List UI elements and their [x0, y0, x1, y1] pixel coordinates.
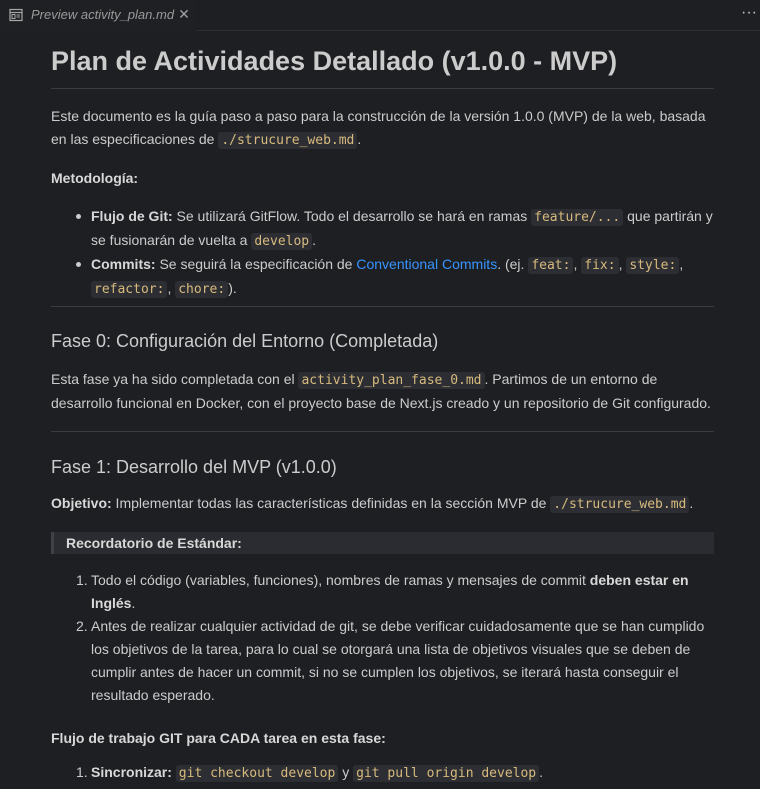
inline-code: refactor: — [91, 281, 168, 298]
standard-reminder-callout: Recordatorio de Estándar: — [51, 532, 714, 554]
list-item: 1. Todo el código (variables, funciones)… — [76, 572, 689, 611]
inline-code: ./strucure_web.md — [550, 496, 690, 513]
page-title: Plan de Actividades Detallado (v1.0.0 - … — [51, 46, 618, 76]
inline-code: feature/... — [531, 209, 624, 226]
callout-title: Recordatorio de Estándar: — [66, 535, 242, 551]
methodology-list: Flujo de Git: Se utilizará GitFlow. Todo… — [51, 205, 714, 301]
preview-icon — [9, 8, 23, 22]
list-item: Flujo de Git: Se utilizará GitFlow. Todo… — [51, 205, 714, 253]
workflow-list: 1. Sincronizar: git checkout develop y g… — [51, 761, 714, 785]
phase-0-paragraph: Esta fase ya ha sido completada con el a… — [51, 371, 711, 411]
divider — [51, 88, 714, 89]
tab-preview-activity-plan[interactable]: Preview activity_plan.md ✕ — [0, 0, 196, 32]
objective-paragraph: Objetivo: Implementar todas las caracter… — [51, 495, 694, 513]
editor-tab-bar: Preview activity_plan.md ✕ ··· — [0, 0, 760, 32]
section-heading-phase-0: Fase 0: Configuración del Entorno (Compl… — [51, 331, 439, 351]
inline-code: develop — [251, 233, 313, 250]
tab-label: Preview activity_plan.md — [31, 7, 175, 22]
conventional-commits-link[interactable]: Conventional Commits — [356, 256, 497, 272]
tab-bar-border — [196, 30, 760, 31]
intro-paragraph: Este documento es la guía paso a paso pa… — [51, 108, 706, 149]
inline-code: fix: — [581, 257, 619, 274]
divider — [51, 306, 714, 307]
divider — [51, 431, 714, 432]
list-item: Commits: Se seguirá la especificación de… — [51, 253, 714, 301]
list-item: 2. Antes de realizar cualquier actividad… — [76, 618, 705, 703]
reminder-list: 1. Todo el código (variables, funciones)… — [51, 569, 714, 707]
inline-code: ./strucure_web.md — [218, 132, 358, 149]
more-actions-icon[interactable]: ··· — [738, 4, 760, 24]
inline-code: activity_plan_fase_0.md — [298, 372, 485, 389]
inline-code: chore: — [175, 281, 229, 298]
inline-code: feat: — [528, 257, 574, 274]
inline-code: style: — [626, 257, 680, 274]
list-item: 1. Sincronizar: git checkout develop y g… — [76, 764, 544, 782]
inline-code: git checkout develop — [175, 765, 339, 782]
methodology-heading: Metodología: — [51, 170, 139, 186]
inline-code: git pull origin develop — [353, 765, 540, 782]
workflow-heading: Flujo de trabajo GIT para CADA tarea en … — [51, 730, 386, 746]
close-icon[interactable]: ✕ — [176, 6, 192, 22]
section-heading-phase-1: Fase 1: Desarrollo del MVP (v1.0.0) — [51, 457, 337, 477]
